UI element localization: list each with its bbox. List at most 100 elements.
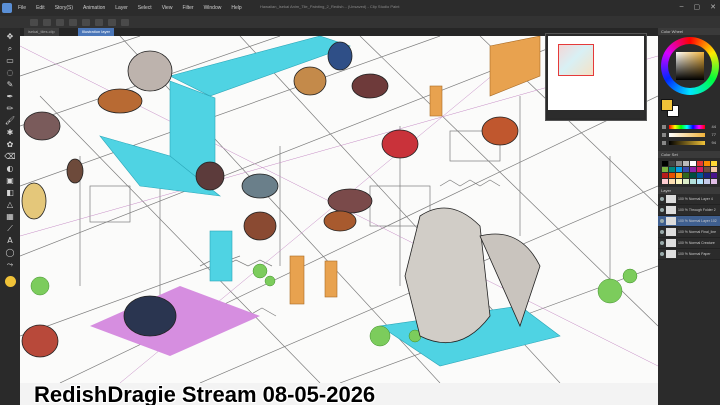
eraser-tool-icon[interactable]: ⌫ [4, 152, 17, 161]
layer-row[interactable]: 100 % Normal Creature [658, 238, 720, 249]
palette-swatch[interactable] [669, 173, 675, 178]
eye-icon[interactable] [660, 219, 664, 223]
palette-swatch[interactable] [704, 161, 710, 166]
slider-hue[interactable]: 44 [662, 124, 716, 129]
palette-swatch[interactable] [711, 179, 717, 184]
pencil-tool-icon[interactable]: ✏ [4, 104, 17, 113]
value-track[interactable] [669, 140, 705, 145]
clear-icon[interactable] [95, 18, 103, 26]
redo-icon[interactable] [82, 18, 90, 26]
eye-icon[interactable] [660, 208, 664, 212]
menu-layer[interactable]: Layer [115, 5, 128, 11]
decoration-tool-icon[interactable]: ✿ [4, 140, 17, 149]
navigator-panel[interactable] [546, 34, 646, 120]
palette-swatch[interactable] [662, 179, 668, 184]
minimize-icon[interactable]: – [680, 3, 684, 11]
close-icon[interactable]: ✕ [710, 3, 716, 11]
navigator-thumbnail[interactable] [558, 44, 594, 76]
menu-select[interactable]: Select [138, 5, 152, 11]
layer-row[interactable]: 100 % Through Folder 2 [658, 205, 720, 216]
gradient-tool-icon[interactable]: ◧ [4, 188, 17, 197]
palette-swatch[interactable] [697, 167, 703, 172]
palette-swatch[interactable] [711, 161, 717, 166]
figure-tool-icon[interactable]: △ [4, 200, 17, 209]
menu-edit[interactable]: Edit [36, 5, 45, 11]
eye-icon[interactable] [660, 197, 664, 201]
palette-swatch[interactable] [697, 173, 703, 178]
main-color-swatch[interactable] [661, 99, 673, 111]
layer-row[interactable]: 100 % Normal Layer 102 [658, 216, 720, 227]
palette-swatch[interactable] [690, 173, 696, 178]
fill-tool-icon[interactable]: ▣ [4, 176, 17, 185]
menu-help[interactable]: Help [231, 5, 241, 11]
app-icon[interactable] [2, 3, 12, 13]
text-tool-icon[interactable]: A [4, 236, 17, 245]
palette-swatch[interactable] [704, 179, 710, 184]
move-tool-icon[interactable]: ✥ [4, 32, 17, 41]
palette-swatch[interactable] [711, 173, 717, 178]
saturation-track[interactable] [669, 132, 705, 137]
menu-view[interactable]: View [162, 5, 173, 11]
frame-tool-icon[interactable]: ▦ [4, 212, 17, 221]
palette-swatch[interactable] [669, 179, 675, 184]
save-icon[interactable] [56, 18, 64, 26]
zoom-tool-icon[interactable]: ⌕ [4, 44, 17, 53]
maximize-icon[interactable]: ▢ [694, 3, 701, 11]
slider-value[interactable]: 94 [662, 140, 716, 145]
palette-swatch[interactable] [690, 179, 696, 184]
hue-track[interactable] [669, 124, 705, 129]
transform-icon[interactable] [108, 18, 116, 26]
menu-file[interactable]: File [18, 5, 26, 11]
palette-swatch[interactable] [669, 161, 675, 166]
palette-swatch[interactable] [690, 161, 696, 166]
new-icon[interactable] [30, 18, 38, 26]
palette-swatch[interactable] [690, 167, 696, 172]
palette-swatch[interactable] [704, 167, 710, 172]
layer-row[interactable]: 100 % Normal Paper [658, 249, 720, 260]
palette-swatch[interactable] [697, 179, 703, 184]
palette-swatch[interactable] [662, 167, 668, 172]
blend-tool-icon[interactable]: ◐ [4, 164, 17, 173]
menu-window[interactable]: Window [204, 5, 222, 11]
pen-tool-icon[interactable]: ✒ [4, 92, 17, 101]
menu-animation[interactable]: Animation [83, 5, 105, 11]
palette-swatch[interactable] [683, 161, 689, 166]
palette-swatch[interactable] [662, 173, 668, 178]
slider-saturation[interactable]: 77 [662, 132, 716, 137]
deselect-icon[interactable] [121, 18, 129, 26]
palette-swatch[interactable] [676, 167, 682, 172]
menu-filter[interactable]: Filter [182, 5, 193, 11]
palette-swatch[interactable] [683, 173, 689, 178]
palette-swatch[interactable] [676, 161, 682, 166]
menu-story[interactable]: Story(S) [55, 5, 73, 11]
eye-icon[interactable] [660, 230, 664, 234]
palette-swatch[interactable] [683, 167, 689, 172]
eyedropper-tool-icon[interactable]: ✎ [4, 80, 17, 89]
palette-swatch[interactable] [711, 167, 717, 172]
palette-swatch[interactable] [676, 179, 682, 184]
correct-line-tool-icon[interactable]: ⤳ [4, 260, 17, 269]
airbrush-tool-icon[interactable]: ✱ [4, 128, 17, 137]
saturation-value-square[interactable] [676, 52, 704, 80]
palette-swatch[interactable] [662, 161, 668, 166]
brush-tool-icon[interactable]: 🖌 [4, 116, 17, 125]
eye-icon[interactable] [660, 241, 664, 245]
palette-swatch[interactable] [683, 179, 689, 184]
tab-file[interactable]: isekai_tiles.clip [24, 28, 59, 36]
lasso-tool-icon[interactable]: ◌ [4, 68, 17, 77]
palette-swatch[interactable] [676, 173, 682, 178]
palette-swatch[interactable] [704, 173, 710, 178]
palette-swatch[interactable] [669, 167, 675, 172]
eye-icon[interactable] [660, 252, 664, 256]
balloon-tool-icon[interactable]: ◯ [4, 248, 17, 257]
layer-row[interactable]: 100 % Normal Final_line [658, 227, 720, 238]
select-tool-icon[interactable]: ▭ [4, 56, 17, 65]
current-color-indicator[interactable] [4, 276, 16, 287]
palette-swatch[interactable] [697, 161, 703, 166]
open-icon[interactable] [43, 18, 51, 26]
layer-row[interactable]: 100 % Normal Layer 4 [658, 194, 720, 205]
ruler-tool-icon[interactable]: ⟋ [4, 224, 17, 233]
layer-name: 100 % Through Folder 2 [678, 208, 716, 212]
tab-layer[interactable]: Illustration layer [78, 28, 115, 36]
undo-icon[interactable] [69, 18, 77, 26]
